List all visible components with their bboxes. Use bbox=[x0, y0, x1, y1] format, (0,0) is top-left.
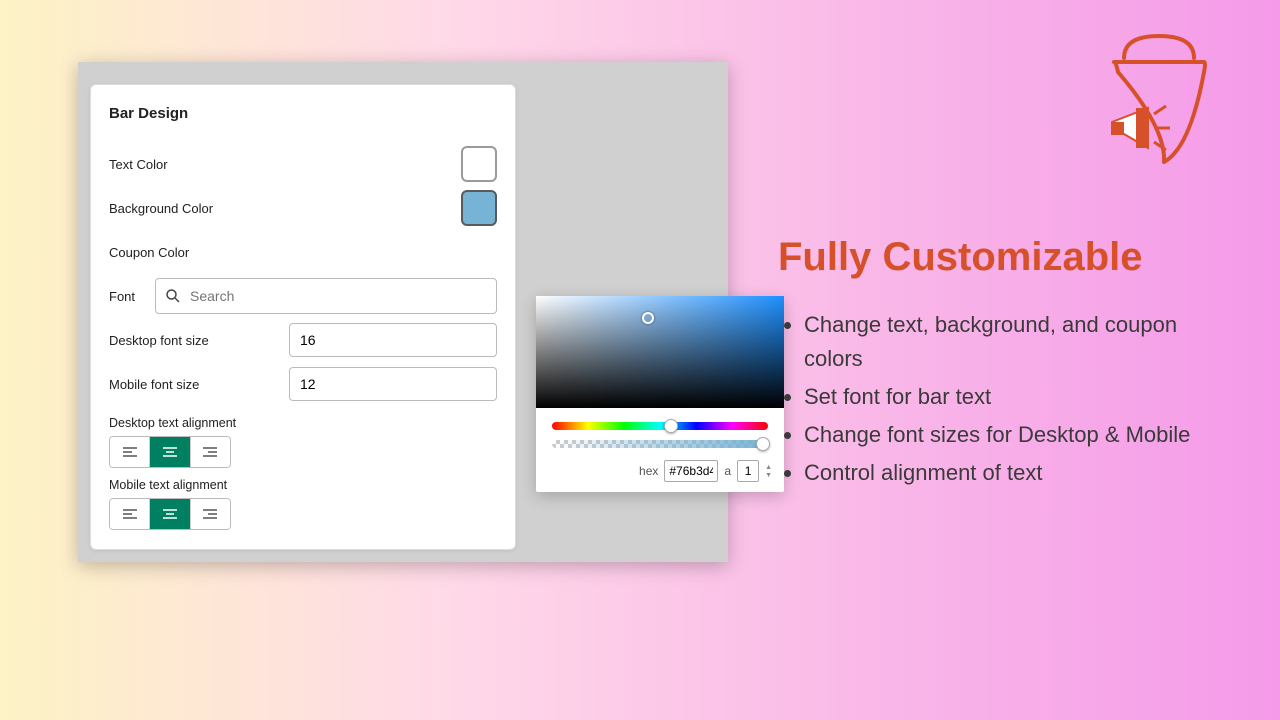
chevron-down-icon[interactable]: ▼ bbox=[765, 472, 772, 479]
promo-bullet: Set font for bar text bbox=[804, 380, 1238, 414]
font-label: Font bbox=[109, 289, 155, 304]
mobile-font-size-label: Mobile font size bbox=[109, 377, 289, 392]
alpha-input[interactable] bbox=[737, 460, 759, 482]
coupon-color-row: Coupon Color bbox=[109, 230, 497, 274]
font-search-input[interactable] bbox=[190, 288, 488, 304]
align-center-icon bbox=[163, 447, 177, 457]
background-color-row: Background Color bbox=[109, 186, 497, 230]
mobile-align-label: Mobile text alignment bbox=[109, 478, 497, 492]
align-right-icon bbox=[203, 509, 217, 519]
coupon-color-label: Coupon Color bbox=[109, 245, 289, 260]
shopping-bag-megaphone-icon bbox=[1094, 28, 1224, 168]
promo-bullets: Change text, background, and coupon colo… bbox=[778, 308, 1238, 490]
search-icon bbox=[164, 287, 182, 305]
font-search-wrap[interactable] bbox=[155, 278, 497, 314]
mobile-align-center[interactable] bbox=[150, 499, 190, 529]
hex-label: hex bbox=[639, 464, 658, 478]
mobile-font-size-row: Mobile font size bbox=[109, 362, 497, 406]
mobile-align-seg bbox=[109, 498, 231, 530]
mobile-font-size-input[interactable] bbox=[289, 367, 497, 401]
chevron-up-icon[interactable]: ▲ bbox=[765, 464, 772, 471]
align-left-icon bbox=[123, 447, 137, 457]
saturation-cursor[interactable] bbox=[642, 312, 654, 324]
promo-bullet: Change text, background, and coupon colo… bbox=[804, 308, 1238, 376]
font-row: Font bbox=[109, 274, 497, 318]
mobile-align-left[interactable] bbox=[110, 499, 150, 529]
desktop-align-seg bbox=[109, 436, 231, 468]
text-color-row: Text Color bbox=[109, 142, 497, 186]
desktop-font-size-input[interactable] bbox=[289, 323, 497, 357]
promo-heading: Fully Customizable bbox=[778, 235, 1238, 280]
desktop-align-left[interactable] bbox=[110, 437, 150, 467]
desktop-font-size-row: Desktop font size bbox=[109, 318, 497, 362]
color-picker: hex a ▲ ▼ bbox=[536, 296, 784, 492]
desktop-align-center[interactable] bbox=[150, 437, 190, 467]
settings-screenshot: Bar Design Text Color Background Color C… bbox=[78, 62, 728, 562]
align-left-icon bbox=[123, 509, 137, 519]
hex-row: hex a ▲ ▼ bbox=[536, 448, 784, 492]
card-title: Bar Design bbox=[109, 105, 497, 122]
hue-thumb[interactable] bbox=[664, 419, 678, 433]
desktop-font-size-label: Desktop font size bbox=[109, 333, 289, 348]
align-center-icon bbox=[163, 509, 177, 519]
desktop-align-label: Desktop text alignment bbox=[109, 416, 497, 430]
promo-copy: Fully Customizable Change text, backgrou… bbox=[778, 235, 1238, 494]
background-color-label: Background Color bbox=[109, 201, 289, 216]
background-color-swatch[interactable] bbox=[461, 190, 497, 226]
alpha-label: a bbox=[724, 464, 731, 478]
desktop-align-right[interactable] bbox=[191, 437, 230, 467]
bar-design-card: Bar Design Text Color Background Color C… bbox=[90, 84, 516, 550]
promo-bullet: Control alignment of text bbox=[804, 456, 1238, 490]
saturation-field[interactable] bbox=[536, 296, 784, 408]
alpha-slider[interactable] bbox=[552, 440, 768, 448]
format-stepper[interactable]: ▲ ▼ bbox=[765, 464, 772, 479]
hue-slider[interactable] bbox=[552, 422, 768, 430]
promo-bullet: Change font sizes for Desktop & Mobile bbox=[804, 418, 1238, 452]
align-right-icon bbox=[203, 447, 217, 457]
app-logo bbox=[1094, 28, 1224, 168]
text-color-swatch[interactable] bbox=[461, 146, 497, 182]
alpha-thumb[interactable] bbox=[756, 437, 770, 451]
mobile-align-right[interactable] bbox=[191, 499, 230, 529]
text-color-label: Text Color bbox=[109, 157, 289, 172]
hex-input[interactable] bbox=[664, 460, 718, 482]
